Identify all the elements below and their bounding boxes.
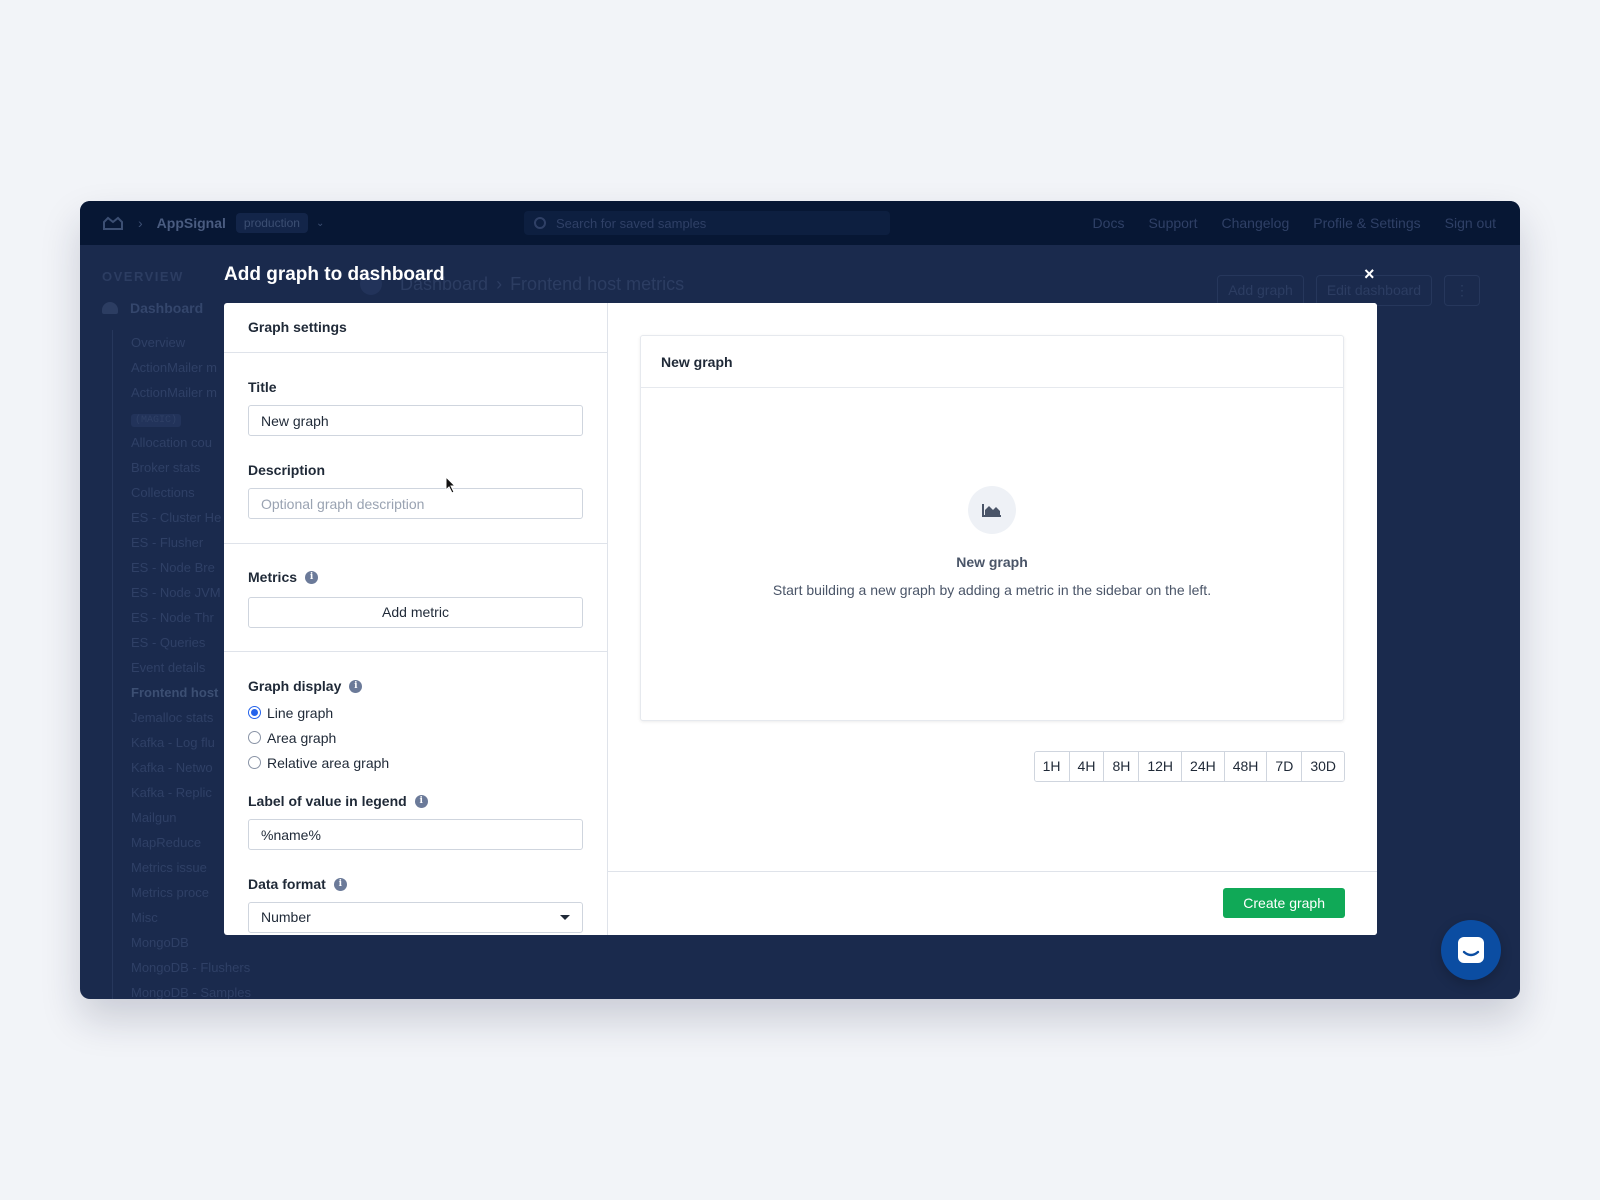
data-format-value: Number [261,909,311,925]
time-range-48h[interactable]: 48H [1223,752,1267,781]
top-nav-links: Docs Support Changelog Profile & Setting… [1093,215,1496,231]
title-label: Title [248,379,277,395]
info-icon[interactable]: i [414,794,428,808]
app-name[interactable]: AppSignal [157,215,226,231]
chat-icon[interactable] [1441,920,1501,980]
nav-profile-settings[interactable]: Profile & Settings [1313,215,1420,231]
time-range-4h[interactable]: 4H [1068,752,1104,781]
area-chart-icon [968,486,1016,534]
legend-field[interactable] [248,819,583,850]
empty-state: New graph Start building a new graph by … [641,486,1343,598]
info-icon[interactable]: i [305,570,319,584]
description-label: Description [248,462,326,478]
add-graph-modal: Graph settings Title Description Metrics… [224,303,1377,935]
breadcrumb-separator: › [138,215,143,231]
add-metric-button[interactable]: Add metric [248,597,583,628]
time-range-8h[interactable]: 8H [1103,752,1139,781]
appsignal-logo-icon[interactable] [102,215,124,231]
nav-changelog[interactable]: Changelog [1222,215,1290,231]
title-field[interactable] [248,405,583,436]
radio-label: Line graph [267,704,334,721]
radio-label: Area graph [267,729,337,746]
time-range-7d[interactable]: 7D [1266,752,1302,781]
graph-display-label: Graph display [248,678,342,694]
empty-state-description: Start building a new graph by adding a m… [772,582,1212,598]
breadcrumb-current: Frontend host metrics [510,273,685,294]
breadcrumb-separator: › [496,273,503,294]
info-icon[interactable]: i [333,877,347,891]
info-icon[interactable]: i [349,679,363,693]
chevron-down-icon [560,915,570,920]
metrics-label: Metrics [248,569,298,585]
sidebar-item[interactable]: MongoDB - Samples [131,980,298,999]
radio-button[interactable] [248,756,261,769]
graph-preview-panel: New graph New graph Start building a new… [608,303,1377,935]
display-group: Graph display i Line graph Area graph Re… [224,652,607,933]
time-range-1h[interactable]: 1H [1034,752,1069,781]
time-range-12h[interactable]: 12H [1138,752,1182,781]
radio-area-graph[interactable]: Area graph [248,725,583,750]
nav-docs[interactable]: Docs [1093,215,1125,231]
description-field[interactable] [248,488,583,519]
legend-label: Label of value in legend [248,793,407,809]
dashboard-icon [102,302,118,314]
radio-button[interactable] [248,731,261,744]
modal-footer: Create graph [608,871,1377,935]
time-range-selector: 1H 4H 8H 12H 24H 48H 7D 30D [1033,751,1345,782]
legend-label-row: Label of value in legend i [248,793,583,809]
data-format-label-row: Data format i [248,876,583,892]
top-navigation-bar: › AppSignal production ⌄ Search for save… [80,201,1520,245]
time-range-24h[interactable]: 24H [1181,752,1224,781]
metrics-label-row: Metrics i [248,569,583,585]
title-description-group: Title Description [224,353,607,544]
sidebar-item[interactable]: MongoDB - Flushers [131,955,298,980]
nav-support[interactable]: Support [1148,215,1197,231]
preview-title: New graph [641,336,1343,388]
empty-state-title: New graph [956,554,1028,570]
graph-settings-header: Graph settings [224,303,607,353]
radio-button[interactable] [248,706,261,719]
time-range-30d[interactable]: 30D [1301,752,1344,781]
metrics-group: Metrics i Add metric [224,544,607,652]
environment-badge[interactable]: production [235,213,308,233]
modal-title: Add graph to dashboard [224,264,445,285]
graph-display-label-row: Graph display i [248,678,583,694]
create-graph-button[interactable]: Create graph [1223,888,1345,918]
search-input[interactable]: Search for saved samples [524,211,890,235]
radio-line-graph[interactable]: Line graph [248,700,583,725]
close-icon[interactable]: × [1364,264,1375,284]
sidebar-item-label: Dashboard [130,300,204,316]
more-options-icon[interactable]: ⋮ [1444,275,1480,306]
graph-display-options: Line graph Area graph Relative area grap… [248,700,583,775]
cursor-icon [445,476,457,494]
radio-relative-area-graph[interactable]: Relative area graph [248,750,583,775]
add-graph-button[interactable]: Add graph [1217,275,1304,306]
nav-sign-out[interactable]: Sign out [1445,215,1496,231]
radio-label: Relative area graph [267,754,390,771]
chevron-down-icon[interactable]: ⌄ [316,218,324,229]
search-placeholder: Search for saved samples [556,215,707,231]
data-format-label: Data format [248,876,326,892]
data-format-select[interactable]: Number [248,902,583,933]
graph-settings-panel: Graph settings Title Description Metrics… [224,303,608,935]
search-icon [534,217,546,229]
sidebar-item-tag: (MAGIC) [131,414,182,427]
page-actions: Add graph Edit dashboard ⋮ [1217,275,1480,306]
graph-preview-card: New graph New graph Start building a new… [640,335,1344,721]
